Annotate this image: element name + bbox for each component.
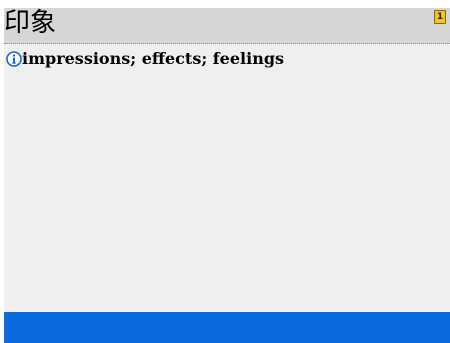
definition-text: impressions; effects; feelings xyxy=(22,49,285,68)
info-circle-number-icon xyxy=(6,51,22,67)
definition-row: impressions; effects; feelings xyxy=(4,49,450,69)
entry-header: 印象 1 xyxy=(4,8,450,44)
page-badge[interactable]: 1 xyxy=(434,10,446,24)
bottom-toolbar[interactable] xyxy=(4,312,450,343)
headword: 印象 xyxy=(4,8,57,38)
dictionary-screen: 印象 1 impressions; effects; feelings xyxy=(0,0,450,343)
dictionary-entry-panel: 印象 1 impressions; effects; feelings xyxy=(4,8,450,343)
